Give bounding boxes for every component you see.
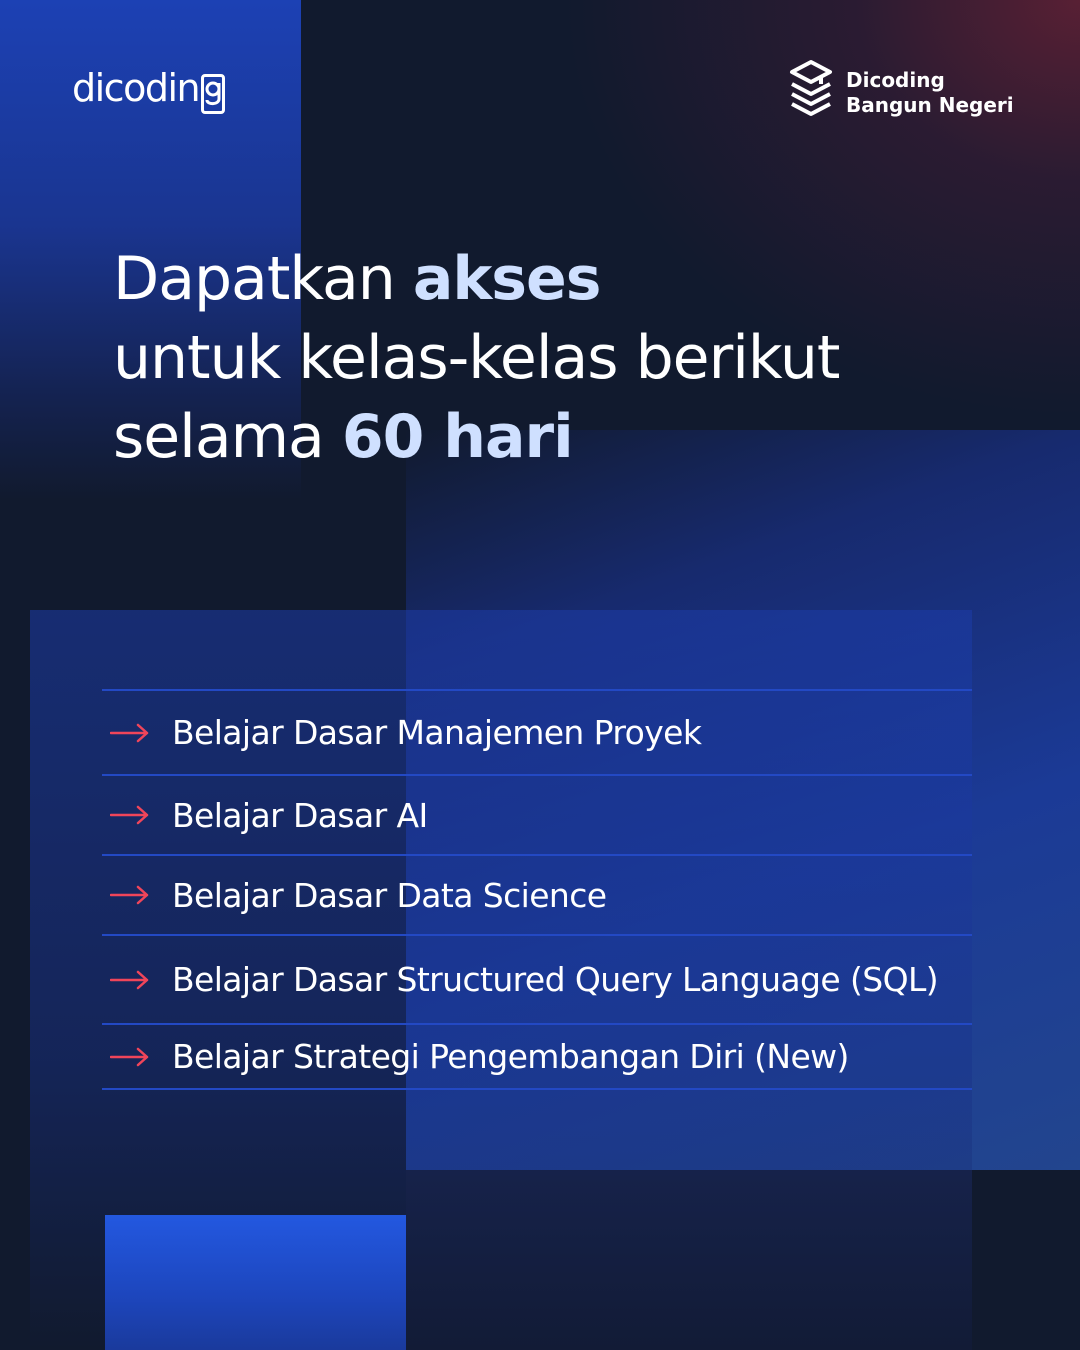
course-label: Belajar Dasar Structured Query Language … [172,960,939,999]
brand-name: Dicoding Bangun Negeri [846,68,1014,118]
arrow-right-icon [110,1047,149,1066]
brand-lockup: Dicoding Bangun Negeri [788,58,1014,127]
brand-line-2: Bangun Negeri [846,92,1014,117]
course-label: Belajar Dasar Manajemen Proyek [172,713,702,752]
headline-highlight-duration: 60 hari [341,402,574,472]
headline-line-2: untuk kelas-kelas berikut [113,323,840,393]
brand-line-1: Dicoding [846,67,945,92]
headline-line-3: selama 60 hari [113,398,839,477]
logo-text: dicodin [72,66,201,110]
headline-line-1-text: Dapatkan [113,244,413,314]
course-label: Belajar Dasar Data Science [172,875,607,915]
background-block-bottom-left [105,1215,406,1350]
arrow-right-icon [110,885,149,905]
headline-line-3-text: selama [113,402,342,472]
course-item: Belajar Dasar Manajemen Proyek [102,691,972,776]
course-item: Belajar Dasar AI [102,776,972,856]
background-block-bottom [406,1170,972,1350]
arrow-right-icon [110,970,149,989]
course-item: Belajar Strategi Pengembangan Diri (New) [102,1025,972,1090]
layered-stack-icon [788,58,834,127]
arrow-right-icon [110,805,149,825]
headline-line-1: Dapatkan akses [113,240,839,319]
course-label: Belajar Strategi Pengembangan Diri (New) [172,1037,849,1076]
arrow-right-icon [110,723,149,742]
course-item: Belajar Dasar Structured Query Language … [102,936,972,1025]
headline-highlight-akses: akses [412,244,602,314]
headline: Dapatkan akses untuk kelas-kelas berikut… [113,240,840,477]
course-item: Belajar Dasar Data Science [102,856,972,936]
course-list: Belajar Dasar Manajemen Proyek Belajar D… [102,689,972,1090]
course-label: Belajar Dasar AI [172,795,428,835]
logo-g-mark-icon [201,74,226,114]
dicoding-logo: dicodin [72,66,226,114]
